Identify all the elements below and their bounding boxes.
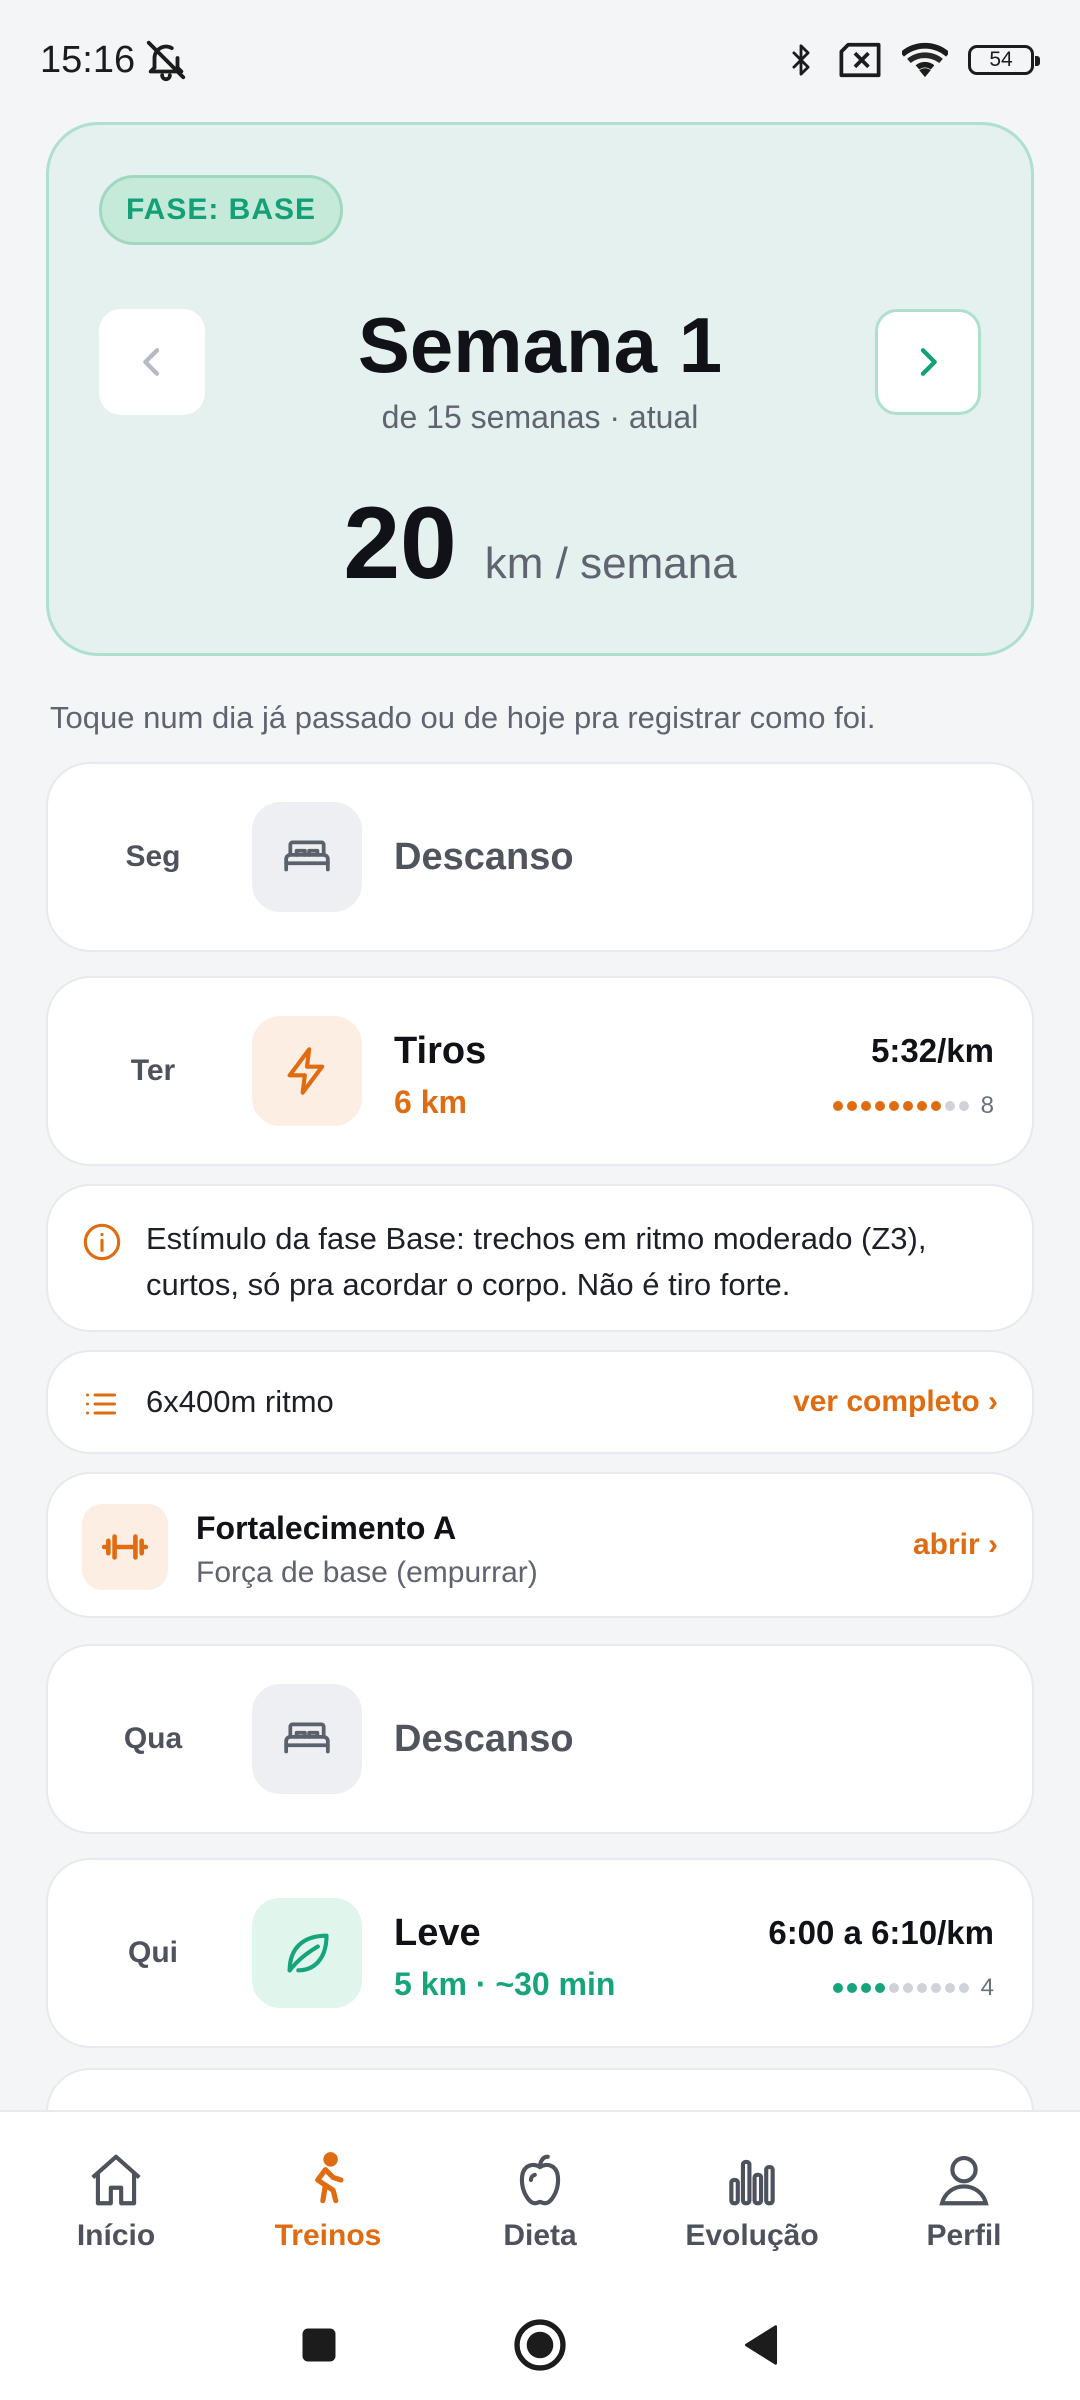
status-bar: 15:16 54: [0, 0, 1080, 120]
person-icon: [939, 2155, 989, 2206]
km-unit: km / semana: [484, 539, 737, 588]
phase-card: FASE: BASE Semana 1 de 15 semanas · atua…: [46, 122, 1034, 656]
weekly-distance: 20 km / semana: [49, 485, 1031, 602]
workout-pace: 6:00 a 6:10/km: [768, 1914, 994, 1951]
intensity-dot: [944, 1101, 955, 1111]
intensity-dot: [916, 1101, 927, 1111]
nav-label: Início: [76, 2219, 156, 2252]
hint-text: Toque num dia já passado ou de hoje pra …: [50, 700, 876, 735]
back-icon[interactable]: [739, 2321, 783, 2369]
nav-label: Perfil: [926, 2219, 1002, 2252]
nav-treinos[interactable]: Treinos: [228, 2149, 428, 2253]
rest-label: Descanso: [394, 835, 574, 878]
workout-distance: 5 km · ~30 min: [394, 1966, 616, 2002]
next-week-button[interactable]: [875, 309, 981, 415]
day-label: Seg: [125, 840, 181, 873]
home-button-icon[interactable]: [511, 2316, 569, 2374]
workout-pace: 5:32/km: [871, 1032, 994, 1069]
nav-evolucao[interactable]: Evolução: [652, 2149, 852, 2253]
list-icon: [86, 1393, 116, 1415]
intensity-dot: [832, 1101, 843, 1111]
intensity-dot: [902, 1983, 913, 1993]
intensity-dot: [860, 1983, 871, 1993]
leaf-icon: [287, 1933, 329, 1973]
status-time: 15:16: [40, 38, 136, 81]
intensity-dot: [958, 1101, 969, 1111]
battery-icon: 54: [968, 45, 1040, 75]
strength-subtitle: Força de base (empurrar): [196, 1556, 538, 1589]
intensity-value: 4: [980, 1974, 994, 2001]
nav-label: Treinos: [274, 2219, 382, 2252]
bluetooth-icon: [792, 44, 810, 76]
intensity-dots: 8: [832, 1092, 994, 1120]
intensity-dot: [944, 1983, 955, 1993]
nav-label: Evolução: [685, 2219, 819, 2252]
lightning-icon: [287, 1047, 325, 1095]
day-card-qui[interactable]: Qui Leve 5 km · ~30 min 6:00 a 6:10/km 4: [46, 1858, 1034, 2048]
day-label: Qui: [128, 1936, 178, 1969]
day-card-ter[interactable]: Ter Tiros 6 km 5:32/km 8: [46, 976, 1034, 1166]
bed-icon: [284, 840, 330, 872]
home-icon: [91, 2154, 141, 2206]
info-line-2: curtos, só pra acordar o corpo. Não é ti…: [146, 1267, 791, 1302]
intensity-dot: [888, 1101, 899, 1111]
intensity-dot: [916, 1983, 927, 1993]
phase-info-card: Estímulo da fase Base: trechos em ritmo …: [46, 1184, 1034, 1332]
runner-icon: [315, 2152, 344, 2204]
info-line-1: Estímulo da fase Base: trechos em ritmo …: [146, 1221, 927, 1256]
nav-dieta[interactable]: Dieta: [440, 2149, 640, 2253]
apple-icon: [519, 2154, 561, 2206]
strength-title: Fortalecimento A: [196, 1510, 457, 1546]
rest-label: Descanso: [394, 1717, 574, 1760]
bar-chart-icon: [729, 2159, 775, 2206]
strength-card[interactable]: Fortalecimento A Força de base (empurrar…: [46, 1472, 1034, 1618]
intensity-dot: [860, 1101, 871, 1111]
view-full-link[interactable]: ver completo ›: [793, 1352, 998, 1452]
intensity-dot: [874, 1983, 885, 1993]
day-card-seg[interactable]: Seg Descanso: [46, 762, 1034, 952]
day-card-qua[interactable]: Qua Descanso: [46, 1644, 1034, 1834]
intensity-dot: [832, 1983, 843, 1993]
intensity-dot: [846, 1101, 857, 1111]
intensity-dots: 4: [832, 1974, 994, 2002]
sim-off-icon: [839, 42, 881, 78]
nav-perfil[interactable]: Perfil: [864, 2149, 1064, 2253]
intensity-dot: [888, 1983, 899, 1993]
intensity-value: 8: [980, 1092, 994, 1119]
battery-level: 54: [989, 48, 1013, 71]
day-label: Qua: [123, 1722, 183, 1755]
nav-inicio[interactable]: Início: [16, 2149, 216, 2253]
intensity-dot: [930, 1101, 941, 1111]
bottom-navigation: Início Treinos Dieta Evolução Perfil: [0, 2110, 1080, 2290]
info-icon: [83, 1223, 121, 1261]
intensity-dot: [902, 1101, 913, 1111]
bell-off-icon: [146, 40, 186, 82]
chevron-right-icon: [920, 348, 937, 376]
workout-plan-card[interactable]: 6x400m ritmo ver completo ›: [46, 1350, 1034, 1454]
km-value: 20: [343, 486, 457, 600]
workout-distance: 6 km: [394, 1084, 467, 1120]
intensity-dot: [874, 1101, 885, 1111]
workout-title: Leve: [394, 1912, 481, 1954]
open-strength-link[interactable]: abrir ›: [913, 1474, 998, 1616]
intensity-dot: [846, 1983, 857, 1993]
phase-badge: FASE: BASE: [99, 175, 343, 245]
day-label: Ter: [130, 1054, 176, 1087]
recent-apps-icon[interactable]: [297, 2323, 341, 2367]
workout-plan-text: 6x400m ritmo: [146, 1384, 334, 1419]
wifi-icon: [902, 42, 948, 78]
system-navigation: [0, 2290, 1080, 2400]
nav-label: Dieta: [503, 2219, 577, 2252]
workout-title: Tiros: [394, 1030, 487, 1072]
bed-icon: [284, 1722, 330, 1754]
intensity-dot: [958, 1983, 969, 1993]
intensity-dot: [930, 1983, 941, 1993]
dumbbell-icon: [101, 1534, 149, 1560]
